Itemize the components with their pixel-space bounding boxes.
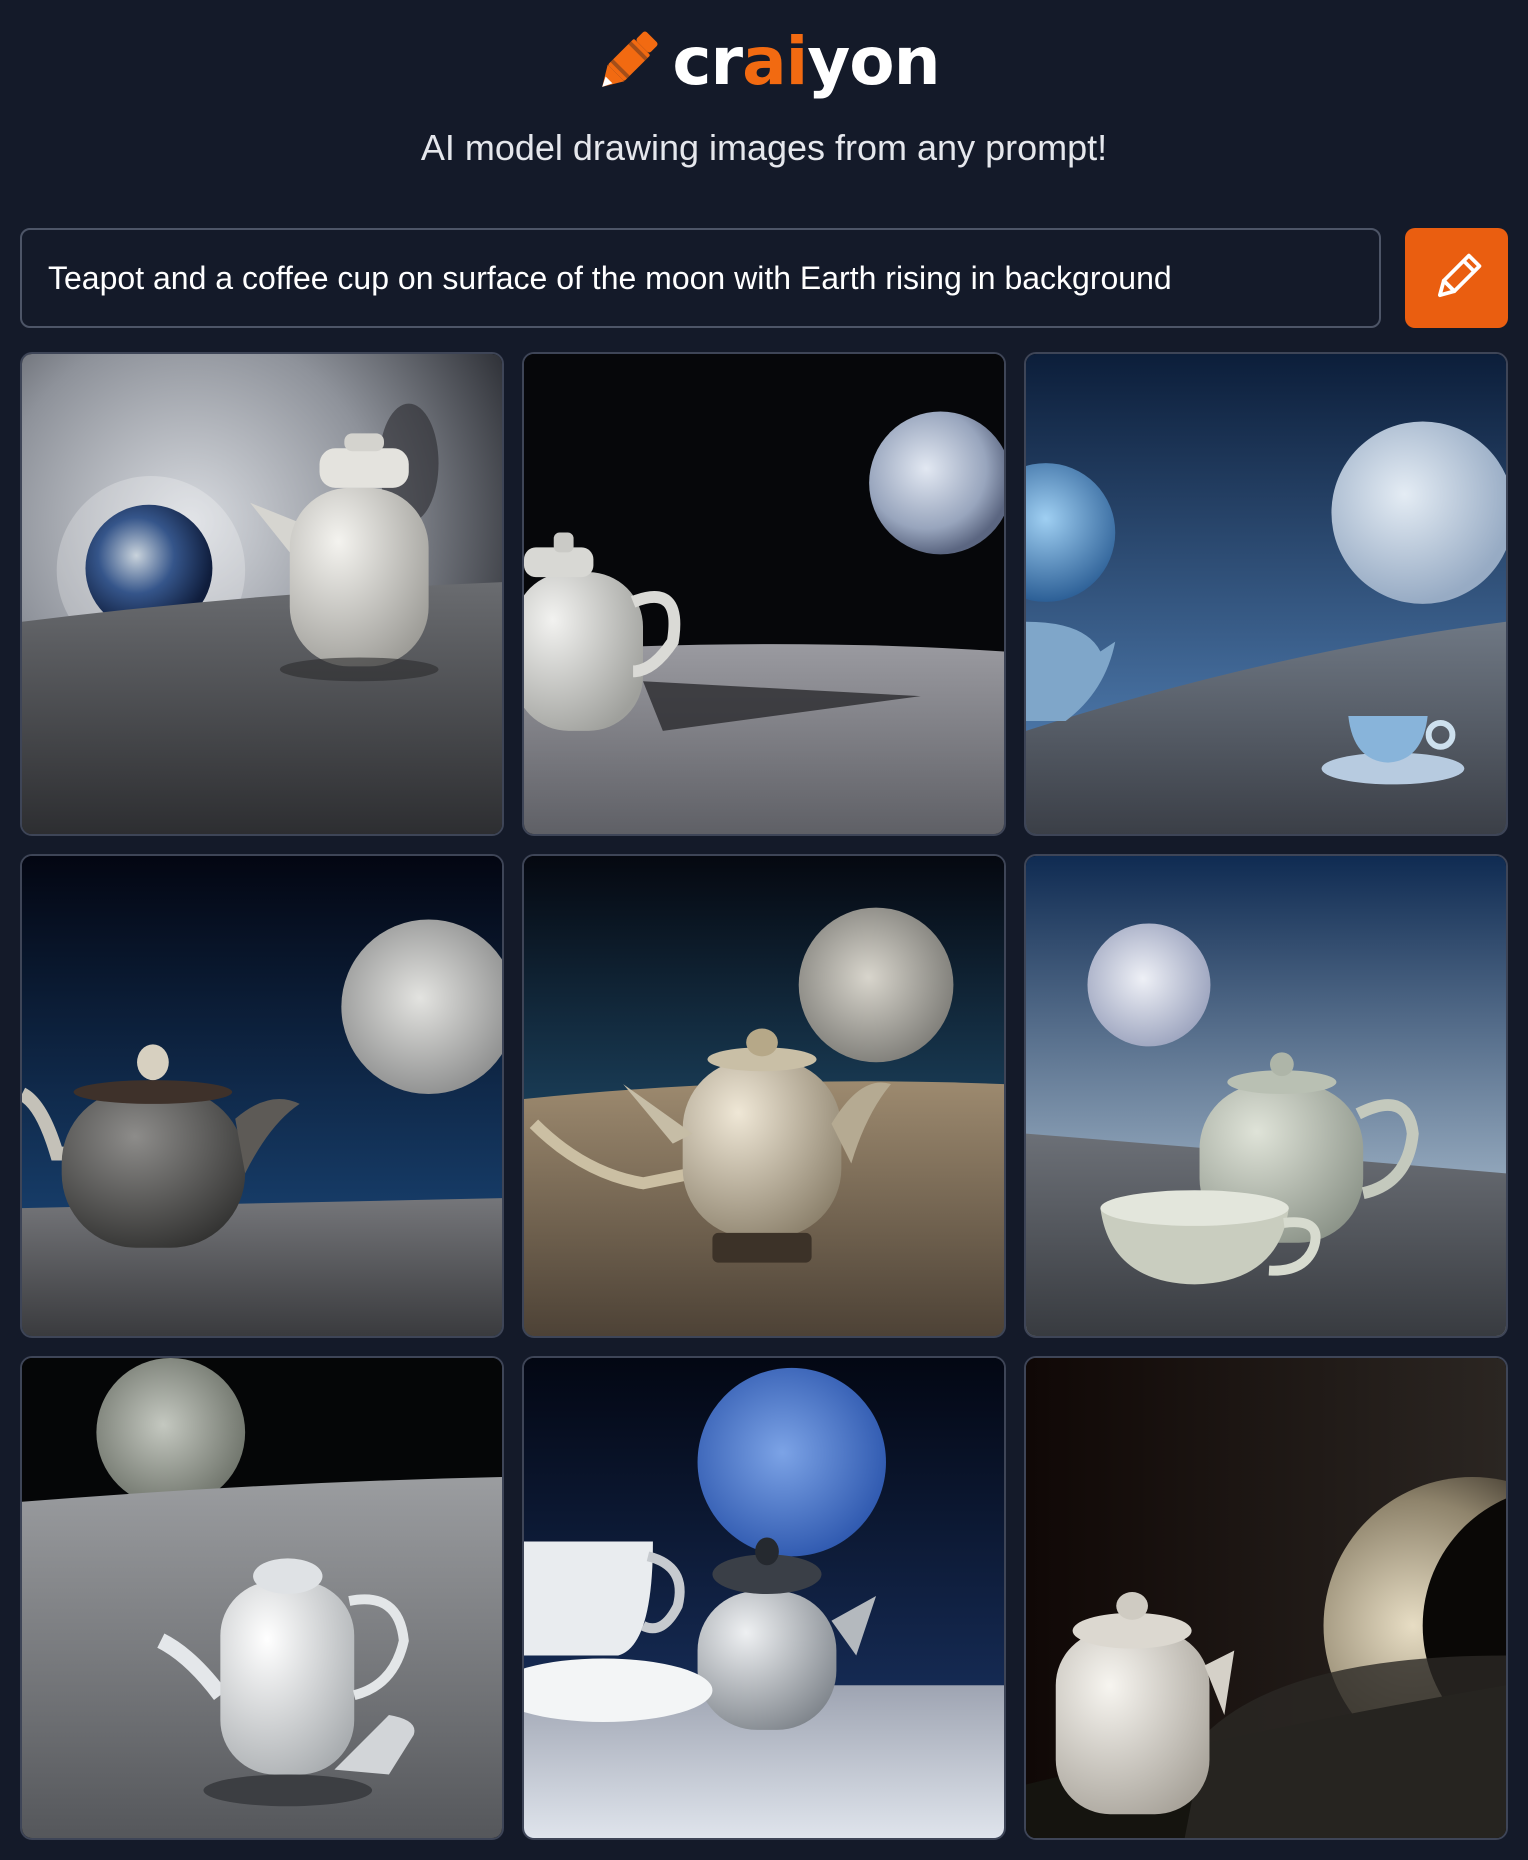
generated-image-9[interactable] [1024, 1356, 1508, 1840]
crayon-icon [602, 31, 658, 87]
generated-image-2[interactable] [522, 352, 1006, 836]
generated-image-8[interactable] [522, 1356, 1006, 1840]
image-grid [20, 352, 1508, 1840]
generated-image-3[interactable] [1024, 352, 1508, 836]
logo-text: craiyon [672, 23, 940, 100]
draw-button[interactable] [1405, 228, 1508, 328]
prompt-box[interactable] [20, 228, 1381, 328]
generated-image-4[interactable] [20, 854, 504, 1338]
generated-image-6[interactable] [1024, 854, 1508, 1338]
generated-image-7[interactable] [20, 1356, 504, 1840]
generated-image-5[interactable] [522, 854, 1006, 1338]
generated-image-1[interactable] [20, 352, 504, 836]
tagline: AI model drawing images from any prompt! [420, 127, 1108, 168]
pencil-icon [1437, 253, 1481, 298]
prompt-input[interactable] [48, 259, 1379, 297]
logo: craiyon [0, 22, 1528, 102]
